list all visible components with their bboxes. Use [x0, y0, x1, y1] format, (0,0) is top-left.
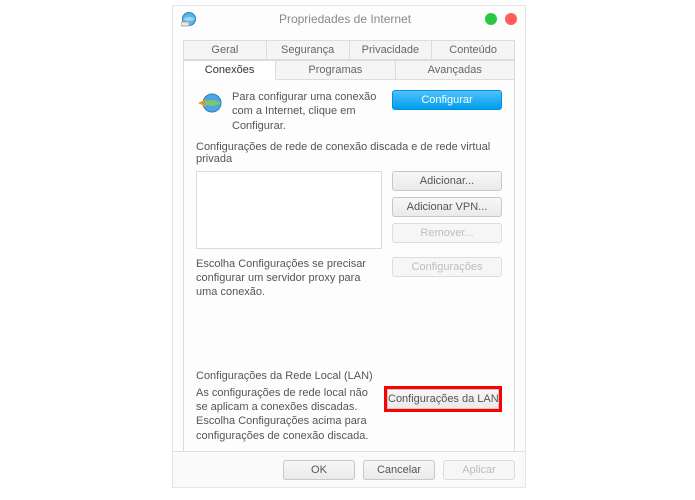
- intro-row: Para configurar uma conexão com a Intern…: [196, 90, 502, 133]
- tab-row-1: Geral Segurança Privacidade Conteúdo: [183, 40, 515, 60]
- tab-geral[interactable]: Geral: [183, 40, 267, 60]
- lan-section-header: Configurações da Rede Local (LAN): [196, 370, 502, 382]
- window-title: Propriedades de Internet: [205, 12, 485, 26]
- dialup-section-header: Configurações de rede de conexão discada…: [196, 141, 502, 165]
- apply-button: Aplicar: [443, 460, 515, 480]
- tab-container: Geral Segurança Privacidade Conteúdo Con…: [183, 40, 515, 464]
- titlebar: Propriedades de Internet: [173, 6, 525, 32]
- close-dot[interactable]: [505, 13, 517, 25]
- lan-help-text: As configurações de rede local não se ap…: [196, 386, 374, 443]
- window-controls: [485, 13, 517, 25]
- globe-wizard-icon: [196, 90, 224, 118]
- ok-button[interactable]: OK: [283, 460, 355, 480]
- tab-avancadas[interactable]: Avançadas: [396, 60, 515, 80]
- tab-seguranca[interactable]: Segurança: [267, 40, 350, 60]
- tab-conteudo[interactable]: Conteúdo: [432, 40, 515, 60]
- cancel-button[interactable]: Cancelar: [363, 460, 435, 480]
- proxy-hint-text: Escolha Configurações se precisar config…: [196, 257, 382, 300]
- tab-row-2: Conexões Programas Avançadas: [183, 60, 515, 80]
- tab-privacidade[interactable]: Privacidade: [350, 40, 433, 60]
- dialog-button-bar: OK Cancelar Aplicar: [173, 451, 525, 487]
- tab-conexoes[interactable]: Conexões: [183, 60, 276, 80]
- minimize-dot[interactable]: [485, 13, 497, 25]
- lan-settings-button[interactable]: Configurações da LAN: [387, 389, 499, 409]
- setup-connection-button[interactable]: Configurar: [392, 90, 502, 110]
- add-connection-button[interactable]: Adicionar...: [392, 171, 502, 191]
- dial-settings-button: Configurações: [392, 257, 502, 277]
- tab-panel-conexoes: Para configurar uma conexão com a Intern…: [183, 80, 515, 464]
- highlight-frame: Configurações da LAN: [384, 386, 502, 412]
- internet-properties-window: Propriedades de Internet Geral Segurança…: [172, 5, 526, 488]
- dialup-connections-list[interactable]: [196, 171, 382, 249]
- app-icon: [181, 11, 197, 27]
- add-vpn-button[interactable]: Adicionar VPN...: [392, 197, 502, 217]
- intro-text: Para configurar uma conexão com a Intern…: [232, 90, 384, 133]
- remove-connection-button: Remover...: [392, 223, 502, 243]
- tab-programas[interactable]: Programas: [276, 60, 395, 80]
